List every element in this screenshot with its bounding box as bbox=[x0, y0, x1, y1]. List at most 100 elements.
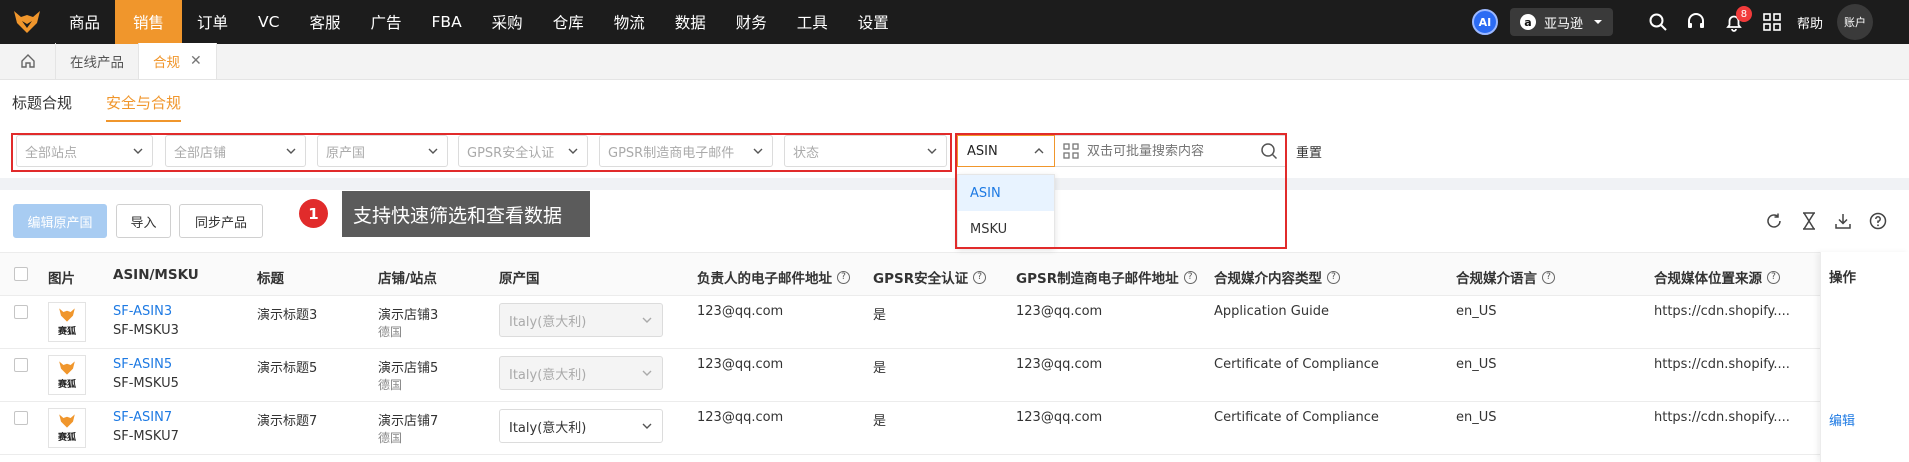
marketplace-label: 亚马逊 bbox=[1543, 16, 1583, 32]
header-media-lang-label: 合规媒介语言 bbox=[1456, 271, 1537, 287]
search-button[interactable] bbox=[1639, 0, 1677, 44]
asin-link[interactable]: SF-ASIN5 bbox=[113, 357, 172, 372]
hourglass-icon bbox=[1803, 212, 1815, 230]
sub-tabs: 标题合规 安全与合规 bbox=[0, 80, 1909, 124]
help-icon[interactable]: ? bbox=[1183, 270, 1197, 284]
nav-item-data[interactable]: 数据 bbox=[660, 0, 721, 44]
headset-icon bbox=[1687, 13, 1704, 28]
chevron-down-icon bbox=[642, 317, 652, 323]
amazon-icon: a bbox=[1519, 14, 1536, 30]
help-link[interactable]: 帮助 bbox=[1797, 13, 1823, 32]
tab-label: 合规 bbox=[153, 55, 180, 71]
tooltip-number-badge: 1 bbox=[299, 199, 328, 228]
header-email: 负责人的电子邮件地址? bbox=[697, 267, 850, 287]
chevron-down-icon bbox=[642, 370, 652, 376]
notifications-button[interactable]: 8 bbox=[1715, 0, 1753, 44]
origin-select[interactable]: Italy(意大利) bbox=[499, 409, 663, 443]
gpsr-email-text: 123@qq.com bbox=[1016, 410, 1103, 425]
nav-item-service[interactable]: 客服 bbox=[294, 0, 355, 44]
export-button[interactable] bbox=[1832, 210, 1854, 232]
media-type-text: Application Guide bbox=[1214, 304, 1329, 319]
home-tab[interactable] bbox=[0, 43, 56, 79]
title-text: 演示标题3 bbox=[257, 308, 318, 323]
origin-value: Italy(意大利) bbox=[509, 420, 587, 436]
caret-down-icon bbox=[1593, 20, 1602, 24]
nav-item-orders[interactable]: 订单 bbox=[182, 0, 243, 44]
subtab-title-compliance[interactable]: 标题合规 bbox=[12, 80, 72, 124]
header-store-site: 店铺/站点 bbox=[378, 271, 437, 287]
tab-online-products[interactable]: 在线产品 bbox=[56, 43, 139, 79]
nav-item-warehouse[interactable]: 仓库 bbox=[538, 0, 599, 44]
product-image: 赛狐 bbox=[48, 302, 86, 342]
gpsr-text: 是 bbox=[873, 308, 887, 323]
nav-item-tools[interactable]: 工具 bbox=[782, 0, 843, 44]
logo[interactable] bbox=[0, 0, 54, 44]
download-icon bbox=[1835, 214, 1851, 229]
row-checkbox[interactable] bbox=[14, 411, 28, 425]
nav-item-fba[interactable]: FBA bbox=[417, 0, 477, 44]
nav-item-vc[interactable]: VC bbox=[243, 0, 294, 44]
account-avatar[interactable]: 账户 bbox=[1837, 4, 1873, 40]
gpsr-text: 是 bbox=[873, 361, 887, 376]
sync-products-button[interactable]: 同步产品 bbox=[179, 204, 263, 238]
apps-button[interactable] bbox=[1753, 0, 1791, 44]
nav-item-sales[interactable]: 销售 bbox=[115, 0, 183, 44]
row-checkbox[interactable] bbox=[14, 305, 28, 319]
product-image: 赛狐 bbox=[48, 355, 86, 395]
nav-item-purchase[interactable]: 采购 bbox=[477, 0, 538, 44]
asin-link[interactable]: SF-ASIN3 bbox=[113, 304, 172, 319]
nav-item-logistics[interactable]: 物流 bbox=[599, 0, 660, 44]
title-text: 演示标题7 bbox=[257, 414, 318, 429]
origin-select[interactable]: Italy(意大利) bbox=[499, 356, 663, 390]
refresh-button[interactable] bbox=[1763, 210, 1785, 232]
nav-item-ads[interactable]: 广告 bbox=[356, 0, 417, 44]
help-icon[interactable]: ? bbox=[1542, 270, 1555, 284]
marketplace-selector[interactable]: a 亚马逊 bbox=[1509, 8, 1613, 36]
highlight-search bbox=[955, 133, 1287, 249]
operations-column: 操作 编辑 bbox=[1820, 252, 1909, 462]
media-lang-text: en_US bbox=[1456, 304, 1497, 319]
header-media-type-label: 合规媒介内容类型 bbox=[1214, 271, 1322, 287]
subtab-safety-compliance[interactable]: 安全与合规 bbox=[106, 80, 182, 124]
fox-logo-icon bbox=[14, 11, 40, 33]
help-button[interactable] bbox=[1867, 210, 1889, 232]
email-text: 123@qq.com bbox=[697, 304, 784, 319]
asin-link[interactable]: SF-ASIN7 bbox=[113, 410, 172, 425]
edit-origin-button[interactable]: 编辑原产国 bbox=[13, 204, 107, 238]
store-text: 演示店铺5 bbox=[378, 361, 439, 376]
top-nav: 商品 销售 订单 VC 客服 广告 FBA 采购 仓库 物流 数据 财务 工具 … bbox=[0, 0, 1909, 44]
media-source-text: https://cdn.shopify.... bbox=[1654, 357, 1790, 372]
nav-item-finance[interactable]: 财务 bbox=[721, 0, 782, 44]
table-header: 图片 ASIN/MSKU 标题 店铺/站点 原产国 负责人的电子邮件地址? GP… bbox=[0, 252, 1909, 296]
media-source-text: https://cdn.shopify.... bbox=[1654, 410, 1790, 425]
store-text: 演示店铺3 bbox=[378, 308, 439, 323]
product-image: 赛狐 bbox=[48, 408, 86, 448]
help-icon[interactable]: ? bbox=[1767, 270, 1780, 284]
help-icon[interactable]: ? bbox=[837, 270, 850, 284]
help-icon[interactable]: ? bbox=[1327, 270, 1340, 284]
reset-button[interactable]: 重置 bbox=[1296, 142, 1322, 161]
nav-item-settings[interactable]: 设置 bbox=[843, 0, 904, 44]
tab-bar: 在线产品 合规 ✕ bbox=[0, 43, 1909, 80]
close-icon[interactable]: ✕ bbox=[190, 53, 202, 69]
site-text: 德国 bbox=[378, 325, 403, 339]
product-image-label: 赛狐 bbox=[57, 433, 76, 443]
ai-assistant-icon[interactable]: AI bbox=[1471, 9, 1498, 35]
msku-text: SF-MSKU5 bbox=[113, 376, 179, 391]
help-icon[interactable]: ? bbox=[973, 270, 987, 284]
header-media-source: 合规媒体位置来源? bbox=[1654, 267, 1780, 287]
nav-item-goods[interactable]: 商品 bbox=[54, 0, 115, 44]
header-email-label: 负责人的电子邮件地址 bbox=[697, 271, 832, 287]
product-image-label: 赛狐 bbox=[57, 380, 76, 390]
title-text: 演示标题5 bbox=[257, 361, 318, 376]
media-type-text: Certificate of Compliance bbox=[1214, 410, 1379, 425]
tab-compliance[interactable]: 合规 ✕ bbox=[139, 43, 217, 79]
import-button[interactable]: 导入 bbox=[116, 204, 171, 238]
support-button[interactable] bbox=[1677, 0, 1715, 44]
msku-text: SF-MSKU7 bbox=[113, 429, 179, 444]
select-all-checkbox[interactable] bbox=[14, 267, 28, 281]
edit-link[interactable]: 编辑 bbox=[1829, 410, 1855, 429]
origin-select[interactable]: Italy(意大利) bbox=[499, 303, 663, 337]
history-button[interactable] bbox=[1798, 210, 1820, 232]
row-checkbox[interactable] bbox=[14, 358, 28, 372]
